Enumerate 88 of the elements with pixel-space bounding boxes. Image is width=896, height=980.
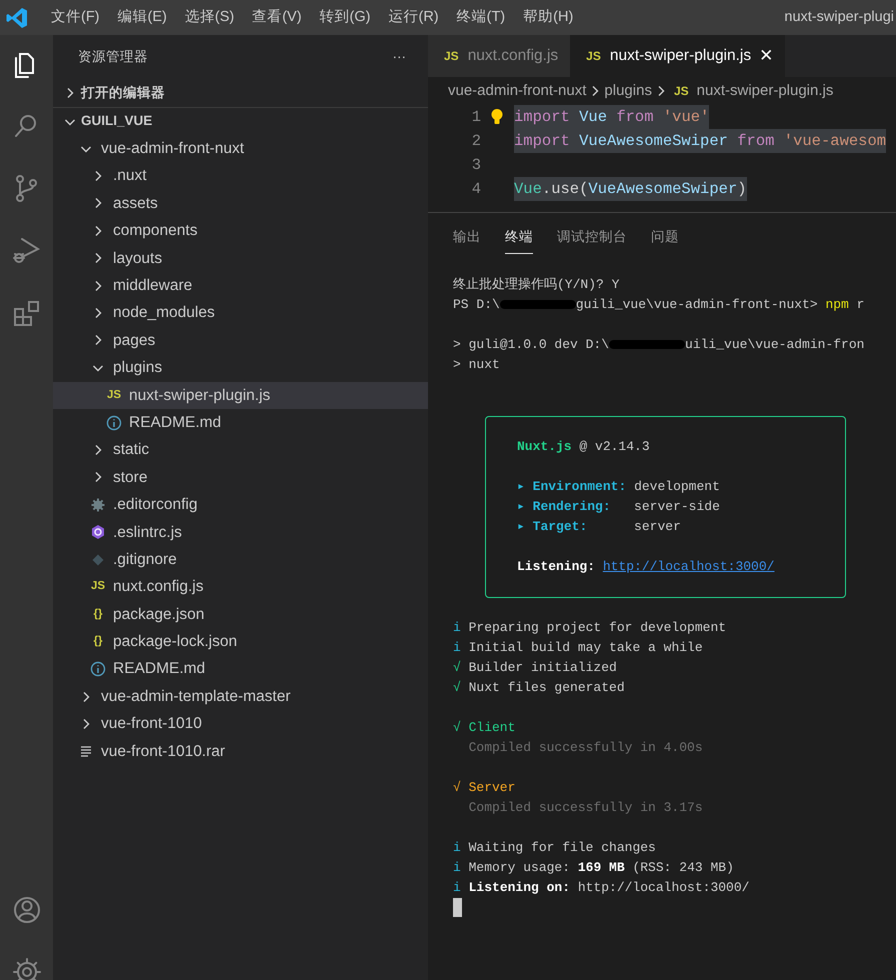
breadcrumb-item[interactable]: vue-admin-front-nuxt [448, 80, 586, 102]
file-item[interactable]: package-lock.json [113, 630, 238, 654]
terminal-line: 终止批处理操作吗(Y/N)? Y [453, 276, 620, 294]
folder-item[interactable]: .nuxt [113, 164, 147, 188]
lightbulb-icon[interactable] [490, 108, 504, 126]
settings-icon[interactable] [10, 956, 42, 980]
folder-item[interactable]: layouts [113, 246, 162, 270]
editor-tab[interactable]: JS nuxt-swiper-plugin.js ✕ [570, 35, 786, 77]
lines-icon [80, 745, 92, 758]
braces-icon: {} [90, 606, 106, 623]
folder-item[interactable]: middleware [113, 274, 192, 298]
breadcrumb-item[interactable]: nuxt-swiper-plugin.js [696, 80, 834, 102]
terminal-text: uili_vue\vue-admin-fron [685, 337, 864, 352]
folder-item[interactable]: pages [113, 328, 156, 352]
terminal-line: i Initial build may take a while [453, 639, 704, 658]
terminal-line: i Listening on: http://localhost:3000/ [453, 879, 750, 898]
terminal-line: √ Builder initialized [453, 659, 618, 678]
file-item[interactable]: .editorconfig [113, 493, 198, 516]
folder-item[interactable]: store [113, 466, 148, 489]
menu-item[interactable]: 查看(V) [243, 6, 311, 28]
terminal-text: npm [825, 297, 849, 312]
file-item[interactable]: package.json [113, 602, 204, 626]
breadcrumb-item[interactable]: plugins [604, 80, 652, 102]
file-item[interactable]: README.md [113, 657, 206, 681]
terminal-line: √ Server [453, 779, 516, 798]
folder-item[interactable]: static [113, 438, 150, 462]
terminal-line: ▸ Rendering: server-side [517, 498, 721, 516]
folder-item[interactable]: vue-admin-front-nuxt [101, 137, 244, 160]
panel-tab[interactable]: 调试控制台 [557, 213, 627, 254]
gear-icon [91, 498, 105, 512]
terminal-line: ▸ Environment: development [517, 478, 721, 496]
info-icon [90, 661, 106, 678]
terminal-text: PS D:\ [453, 297, 500, 312]
terminal-line: Compiled successfully in 3.17s [468, 799, 704, 818]
file-item[interactable]: nuxt.config.js [113, 575, 204, 599]
terminal-line: ▸ Target: server [517, 518, 682, 536]
panel-tab[interactable]: 终端 [505, 213, 533, 254]
diamond-icon [92, 554, 104, 566]
folder-item[interactable]: vue-admin-template-master [101, 684, 291, 708]
terminal-line: i Waiting for file changes [453, 839, 657, 858]
terminal-text: > guli@1.0.0 dev D:\ [453, 337, 610, 352]
file-item[interactable]: .gitignore [113, 548, 177, 572]
js-file-icon: JS [674, 82, 689, 100]
more-actions-button[interactable]: ··· [392, 46, 406, 68]
terminal-line: > nuxt [453, 356, 501, 374]
line-number: 3 [470, 155, 482, 176]
terminal-line: Listening: http://localhost:3000/ [517, 558, 776, 576]
window-title: nuxt-swiper-plugi [784, 8, 895, 27]
app-logo-icon [5, 6, 29, 30]
sidebar-title: 资源管理器 [78, 48, 148, 66]
section-header[interactable]: GUILI_VUE [81, 111, 152, 132]
terminal-cursor-icon [453, 898, 462, 918]
editor-tab[interactable]: JS nuxt.config.js [428, 35, 570, 77]
menu-item[interactable]: 选择(S) [176, 6, 244, 28]
line-number: 2 [470, 131, 482, 152]
folder-item[interactable]: components [113, 219, 198, 242]
folder-item[interactable]: assets [113, 192, 158, 216]
folder-item[interactable]: node_modules [113, 301, 215, 325]
folder-item[interactable]: vue-front-1010 [101, 712, 202, 736]
panel-tab[interactable]: 问题 [651, 213, 679, 254]
terminal-text: guili_vue\vue-admin-front-nuxt> [576, 297, 819, 312]
terminal-line: i Preparing project for development [453, 619, 728, 638]
line-number: 4 [470, 179, 482, 200]
js-file-icon: JS [106, 386, 122, 404]
file-item[interactable]: nuxt-swiper-plugin.js [129, 384, 270, 407]
terminal-line: i Memory usage: 169 MB (RSS: 243 MB) [453, 859, 735, 878]
braces-icon: {} [90, 633, 106, 650]
menu-item[interactable]: 编辑(E) [108, 6, 176, 28]
js-file-icon: JS [90, 578, 106, 596]
menu-item[interactable]: 帮助(H) [514, 6, 582, 28]
terminal-line: Compiled successfully in 4.00s [468, 739, 704, 758]
terminal-line: √ Nuxt files generated [453, 679, 626, 698]
section-header[interactable]: 打开的编辑器 [81, 82, 165, 104]
terminal-text: r [856, 297, 864, 312]
menu-item[interactable]: 文件(F) [42, 6, 109, 28]
file-item[interactable]: README.md [129, 410, 222, 434]
panel-tab[interactable]: 输出 [453, 213, 481, 254]
folder-item[interactable]: plugins [113, 356, 162, 380]
line-number: 1 [470, 107, 482, 128]
terminal-line: Nuxt.js @ v2.14.3 [517, 438, 651, 456]
hexagon-icon [90, 524, 106, 540]
menu-item[interactable]: 终端(T) [448, 6, 514, 28]
terminal-line: √ Client [453, 719, 516, 738]
file-item[interactable]: vue-front-1010.rar [101, 740, 226, 763]
menu-item[interactable]: 运行(R) [379, 6, 448, 28]
menu-item[interactable]: 转到(G) [310, 6, 380, 28]
file-item[interactable]: .eslintrc.js [113, 520, 182, 544]
info-icon [106, 414, 122, 431]
